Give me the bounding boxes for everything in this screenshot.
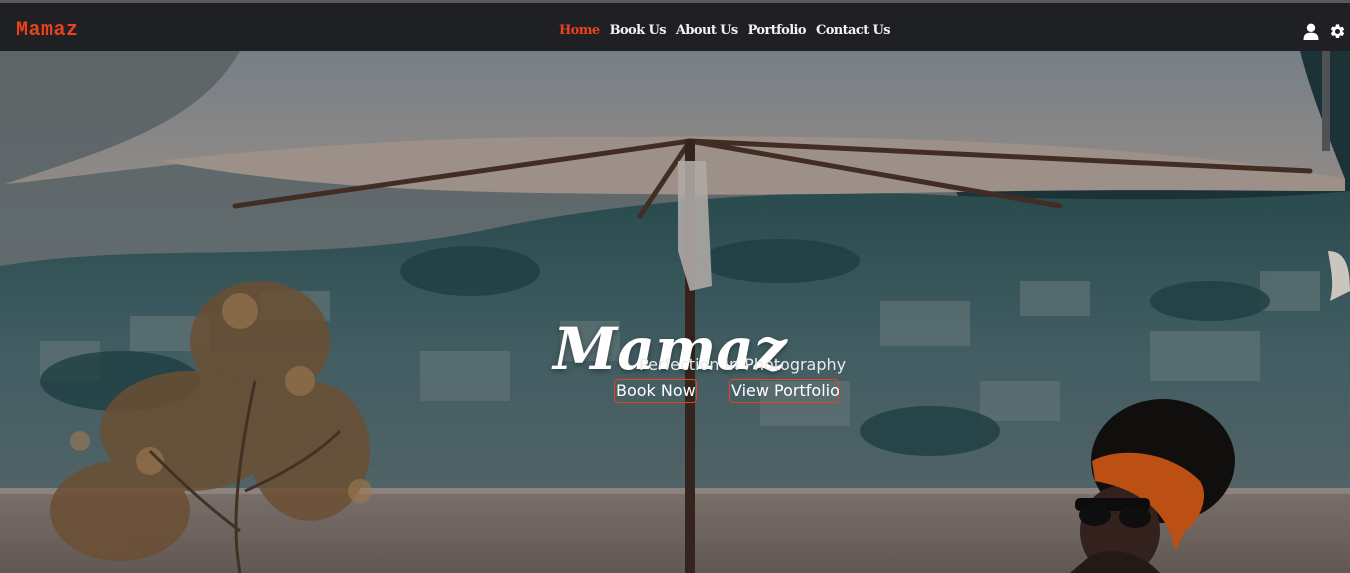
- navbar: Mamaz Home Book Us About Us Portfolio Co…: [0, 3, 1350, 51]
- nav-link-about-us[interactable]: About Us: [676, 24, 738, 37]
- hero-section: Mamaz Perfection in Photography Book Now…: [0, 51, 1350, 573]
- nav-link-contact-us[interactable]: Contact Us: [816, 24, 891, 37]
- nav-icons: [1303, 23, 1346, 40]
- nav-link-portfolio[interactable]: Portfolio: [748, 24, 807, 37]
- hero-overlay: [0, 51, 1350, 573]
- gear-icon[interactable]: [1329, 23, 1346, 40]
- user-icon[interactable]: [1303, 23, 1319, 40]
- nav-link-home[interactable]: Home: [559, 24, 600, 37]
- hero-subtitle: Perfection in Photography: [639, 355, 847, 374]
- nav-link-book-us[interactable]: Book Us: [610, 24, 667, 37]
- nav-links: Home Book Us About Us Portfolio Contact …: [559, 24, 891, 37]
- brand-logo[interactable]: Mamaz: [16, 21, 79, 41]
- book-now-button[interactable]: Book Now: [614, 379, 697, 403]
- view-portfolio-button[interactable]: View Portfolio: [729, 379, 840, 403]
